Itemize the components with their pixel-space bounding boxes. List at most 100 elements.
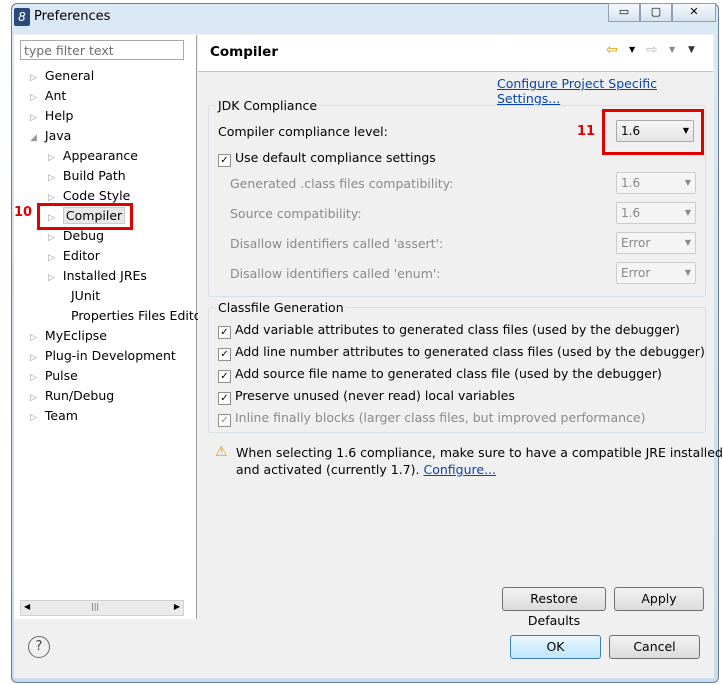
expand-arrow-icon[interactable]: ▷: [30, 73, 37, 83]
minimize-button[interactable]: ▭: [608, 3, 640, 22]
expand-arrow-icon[interactable]: ▷: [30, 413, 37, 423]
tree-item[interactable]: ▷ Appearance: [48, 146, 138, 166]
tree-item-label: General: [44, 68, 95, 83]
cancel-button[interactable]: Cancel: [609, 635, 700, 659]
classfile-option[interactable]: ✓ Add source file name to generated class…: [218, 366, 662, 383]
tree-item[interactable]: ▷ Team: [30, 406, 78, 426]
highlight-compiler: [37, 203, 133, 230]
compliance-option-label: Source compatibility:: [230, 206, 362, 221]
tree-item-label: Help: [44, 108, 74, 123]
tree-item[interactable]: ▷ Plug-in Development: [30, 346, 176, 366]
expand-arrow-icon[interactable]: ▷: [30, 113, 37, 123]
tree-item-label: Code Style: [62, 188, 131, 203]
compliance-option-select[interactable]: Error ▼: [616, 262, 696, 284]
tree-item[interactable]: ▷ Editor: [48, 246, 100, 266]
tree-item-label: Java: [44, 128, 72, 143]
checkbox-icon: ✓: [218, 392, 231, 405]
expand-arrow-icon[interactable]: ▷: [48, 193, 55, 203]
tree-item-label: Installed JREs: [62, 268, 147, 283]
classfile-option[interactable]: ✓ Add line number attributes to generated…: [218, 344, 705, 361]
expand-arrow-icon[interactable]: ▷: [48, 273, 55, 283]
checkbox-icon: ✓: [218, 348, 231, 361]
classfile-option-label: Add source file name to generated class …: [235, 366, 662, 381]
configure-jre-link[interactable]: Configure...: [423, 462, 496, 477]
forward-icon[interactable]: ⇨: [646, 42, 658, 58]
tree-item[interactable]: ◢ Java: [30, 126, 71, 146]
help-icon[interactable]: ?: [28, 636, 50, 658]
tree-item[interactable]: Properties Files Edito: [48, 306, 201, 326]
checkbox-icon: ✓: [218, 326, 231, 339]
tree-item[interactable]: ▷ Build Path: [48, 166, 126, 186]
compliance-option-value: Error: [621, 266, 651, 280]
expand-arrow-icon[interactable]: ▷: [30, 333, 37, 343]
classfile-option-label: Add line number attributes to generated …: [235, 344, 705, 359]
tree-item-label: Run/Debug: [44, 388, 115, 403]
checkbox-icon: ✓: [218, 154, 231, 167]
back-icon[interactable]: ⇦: [606, 42, 618, 58]
maximize-button[interactable]: ▢: [640, 3, 672, 22]
tree-item[interactable]: ▷ Run/Debug: [30, 386, 114, 406]
tree-item[interactable]: ▷ Installed JREs: [48, 266, 147, 286]
warning-icon: ⚠: [215, 444, 228, 460]
classfile-option-label: Add variable attributes to generated cla…: [235, 322, 680, 337]
back-dropdown-icon[interactable]: ▼: [629, 45, 635, 54]
tree-horizontal-scrollbar[interactable]: ◀ ||| ▶: [20, 600, 184, 616]
warning-line1: When selecting 1.6 compliance, make sure…: [236, 445, 723, 460]
compliance-option-label: Generated .class files compatibility:: [230, 176, 454, 191]
scroll-thumb-grip[interactable]: |||: [91, 602, 99, 611]
tree-item[interactable]: ▷ Ant: [30, 86, 66, 106]
ok-button[interactable]: OK: [510, 635, 601, 659]
chevron-down-icon: ▼: [684, 178, 691, 187]
compliance-option-value: Error: [621, 236, 651, 250]
scroll-right-icon[interactable]: ▶: [174, 602, 180, 611]
expand-arrow-icon[interactable]: ▷: [48, 233, 55, 243]
scroll-left-icon[interactable]: ◀: [24, 602, 30, 611]
chevron-down-icon: ▼: [684, 208, 691, 217]
compliance-option-select[interactable]: Error ▼: [616, 232, 696, 254]
checkbox-icon: ✓: [218, 414, 231, 427]
annotation-10: 10: [14, 205, 33, 220]
page-title: Compiler: [210, 44, 278, 60]
tree-item[interactable]: ▷ Help: [30, 106, 73, 126]
classfile-option[interactable]: ✓ Inline finally blocks (larger class fil…: [218, 410, 646, 427]
use-default-label: Use default compliance settings: [235, 150, 436, 165]
tree-item-label: Team: [44, 408, 78, 423]
tree-item-label: Plug-in Development: [44, 348, 176, 363]
expand-arrow-icon[interactable]: ▷: [30, 353, 37, 363]
compliance-level-select[interactable]: 1.6 ▼: [616, 120, 694, 142]
tree-item[interactable]: ▷ Pulse: [30, 366, 78, 386]
tree-item[interactable]: ▷ General: [30, 66, 94, 86]
warning-line2: and activated (currently 1.7).: [236, 462, 424, 477]
tree-item-label: Pulse: [44, 368, 78, 383]
expand-arrow-icon[interactable]: ▷: [48, 173, 55, 183]
classfile-option-label: Preserve unused (never read) local varia…: [235, 388, 515, 403]
classfile-label: Classfile Generation: [216, 300, 346, 315]
close-button[interactable]: ✕: [672, 3, 716, 22]
tree-item-label: Debug: [62, 228, 105, 243]
use-default-checkbox[interactable]: ✓ Use default compliance settings: [218, 150, 436, 167]
tree-item-label: Properties Files Edito: [71, 308, 202, 323]
tree-item[interactable]: ▷ MyEclipse: [30, 326, 107, 346]
collapse-arrow-icon[interactable]: ◢: [30, 133, 37, 143]
classfile-option[interactable]: ✓ Preserve unused (never read) local vari…: [218, 388, 515, 405]
chevron-down-icon: ▼: [684, 238, 691, 247]
compliance-option-select[interactable]: 1.6 ▼: [616, 172, 696, 194]
compliance-option-value: 1.6: [621, 206, 641, 220]
expand-arrow-icon[interactable]: ▷: [48, 153, 55, 163]
tree-item[interactable]: JUnit: [48, 286, 100, 306]
expand-arrow-icon[interactable]: ▷: [30, 373, 37, 383]
compliance-option-label: Disallow identifiers called 'assert':: [230, 236, 444, 251]
filter-input[interactable]: type filter text: [20, 40, 184, 60]
compliance-option-label: Disallow identifiers called 'enum':: [230, 266, 441, 281]
view-menu-icon[interactable]: ▼: [688, 45, 695, 55]
compliance-option-select[interactable]: 1.6 ▼: [616, 202, 696, 224]
classfile-option[interactable]: ✓ Add variable attributes to generated cl…: [218, 322, 680, 339]
expand-arrow-icon[interactable]: ▷: [30, 393, 37, 403]
compliance-option-value: 1.6: [621, 176, 641, 190]
expand-arrow-icon[interactable]: ▷: [48, 253, 55, 263]
restore-defaults-button[interactable]: Restore Defaults: [502, 587, 606, 628]
expand-arrow-icon[interactable]: ▷: [30, 93, 37, 103]
apply-button[interactable]: Apply: [614, 587, 704, 611]
forward-dropdown-icon[interactable]: ▼: [669, 45, 675, 54]
configure-project-link[interactable]: Configure Project Specific Settings...: [497, 76, 723, 106]
